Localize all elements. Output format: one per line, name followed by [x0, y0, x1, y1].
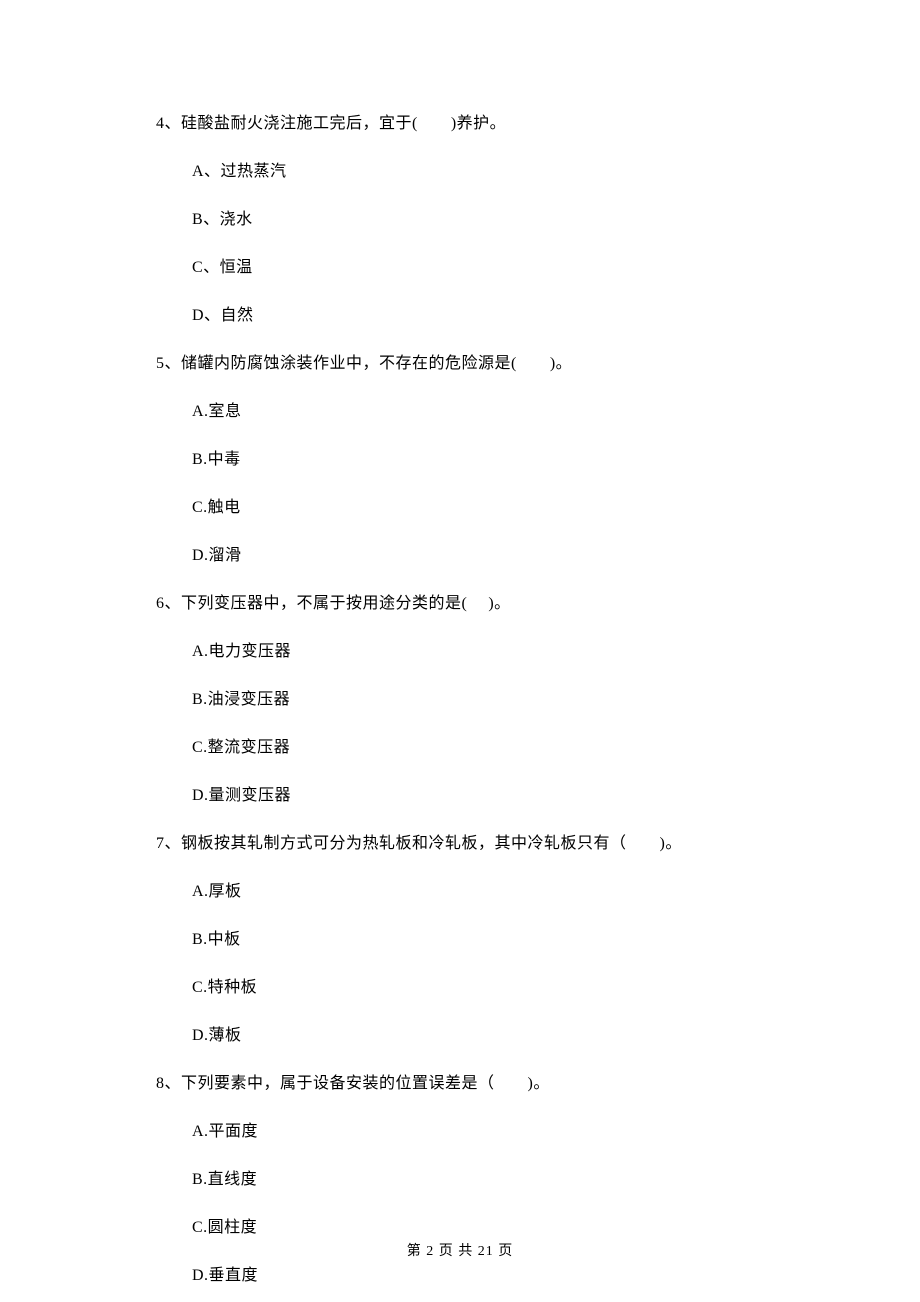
option-a: A.平面度: [192, 1120, 764, 1144]
options-group: A、过热蒸汽 B、浇水 C、恒温 D、自然: [156, 160, 764, 328]
question-stem: 4、硅酸盐耐火浇注施工完后，宜于( )养护。: [156, 112, 764, 136]
option-d: D.溜滑: [192, 544, 764, 568]
option-b: B、浇水: [192, 208, 764, 232]
option-b: B.中毒: [192, 448, 764, 472]
option-d: D.量测变压器: [192, 784, 764, 808]
option-d: D、自然: [192, 304, 764, 328]
question-4: 4、硅酸盐耐火浇注施工完后，宜于( )养护。 A、过热蒸汽 B、浇水 C、恒温 …: [156, 112, 764, 328]
option-a: A.室息: [192, 400, 764, 424]
question-stem: 6、下列变压器中，不属于按用途分类的是( )。: [156, 592, 764, 616]
option-a: A.厚板: [192, 880, 764, 904]
option-c: C.触电: [192, 496, 764, 520]
option-d: D.垂直度: [192, 1264, 764, 1288]
options-group: A.厚板 B.中板 C.特种板 D.薄板: [156, 880, 764, 1048]
option-c: C、恒温: [192, 256, 764, 280]
question-6: 6、下列变压器中，不属于按用途分类的是( )。 A.电力变压器 B.油浸变压器 …: [156, 592, 764, 808]
options-group: A.平面度 B.直线度 C.圆柱度 D.垂直度: [156, 1120, 764, 1288]
options-group: A.电力变压器 B.油浸变压器 C.整流变压器 D.量测变压器: [156, 640, 764, 808]
option-c: C.特种板: [192, 976, 764, 1000]
page-footer: 第 2 页 共 21 页: [0, 1240, 920, 1260]
question-stem: 7、钢板按其轧制方式可分为热轧板和冷轧板，其中冷轧板只有（ )。: [156, 832, 764, 856]
option-b: B.油浸变压器: [192, 688, 764, 712]
question-5: 5、储罐内防腐蚀涂装作业中，不存在的危险源是( )。 A.室息 B.中毒 C.触…: [156, 352, 764, 568]
options-group: A.室息 B.中毒 C.触电 D.溜滑: [156, 400, 764, 568]
option-d: D.薄板: [192, 1024, 764, 1048]
option-a: A.电力变压器: [192, 640, 764, 664]
option-a: A、过热蒸汽: [192, 160, 764, 184]
question-stem: 8、下列要素中，属于设备安装的位置误差是（ )。: [156, 1072, 764, 1096]
option-b: B.直线度: [192, 1168, 764, 1192]
question-stem: 5、储罐内防腐蚀涂装作业中，不存在的危险源是( )。: [156, 352, 764, 376]
option-c: C.整流变压器: [192, 736, 764, 760]
option-b: B.中板: [192, 928, 764, 952]
page: 4、硅酸盐耐火浇注施工完后，宜于( )养护。 A、过热蒸汽 B、浇水 C、恒温 …: [0, 0, 920, 1302]
option-c: C.圆柱度: [192, 1216, 764, 1240]
question-7: 7、钢板按其轧制方式可分为热轧板和冷轧板，其中冷轧板只有（ )。 A.厚板 B.…: [156, 832, 764, 1048]
